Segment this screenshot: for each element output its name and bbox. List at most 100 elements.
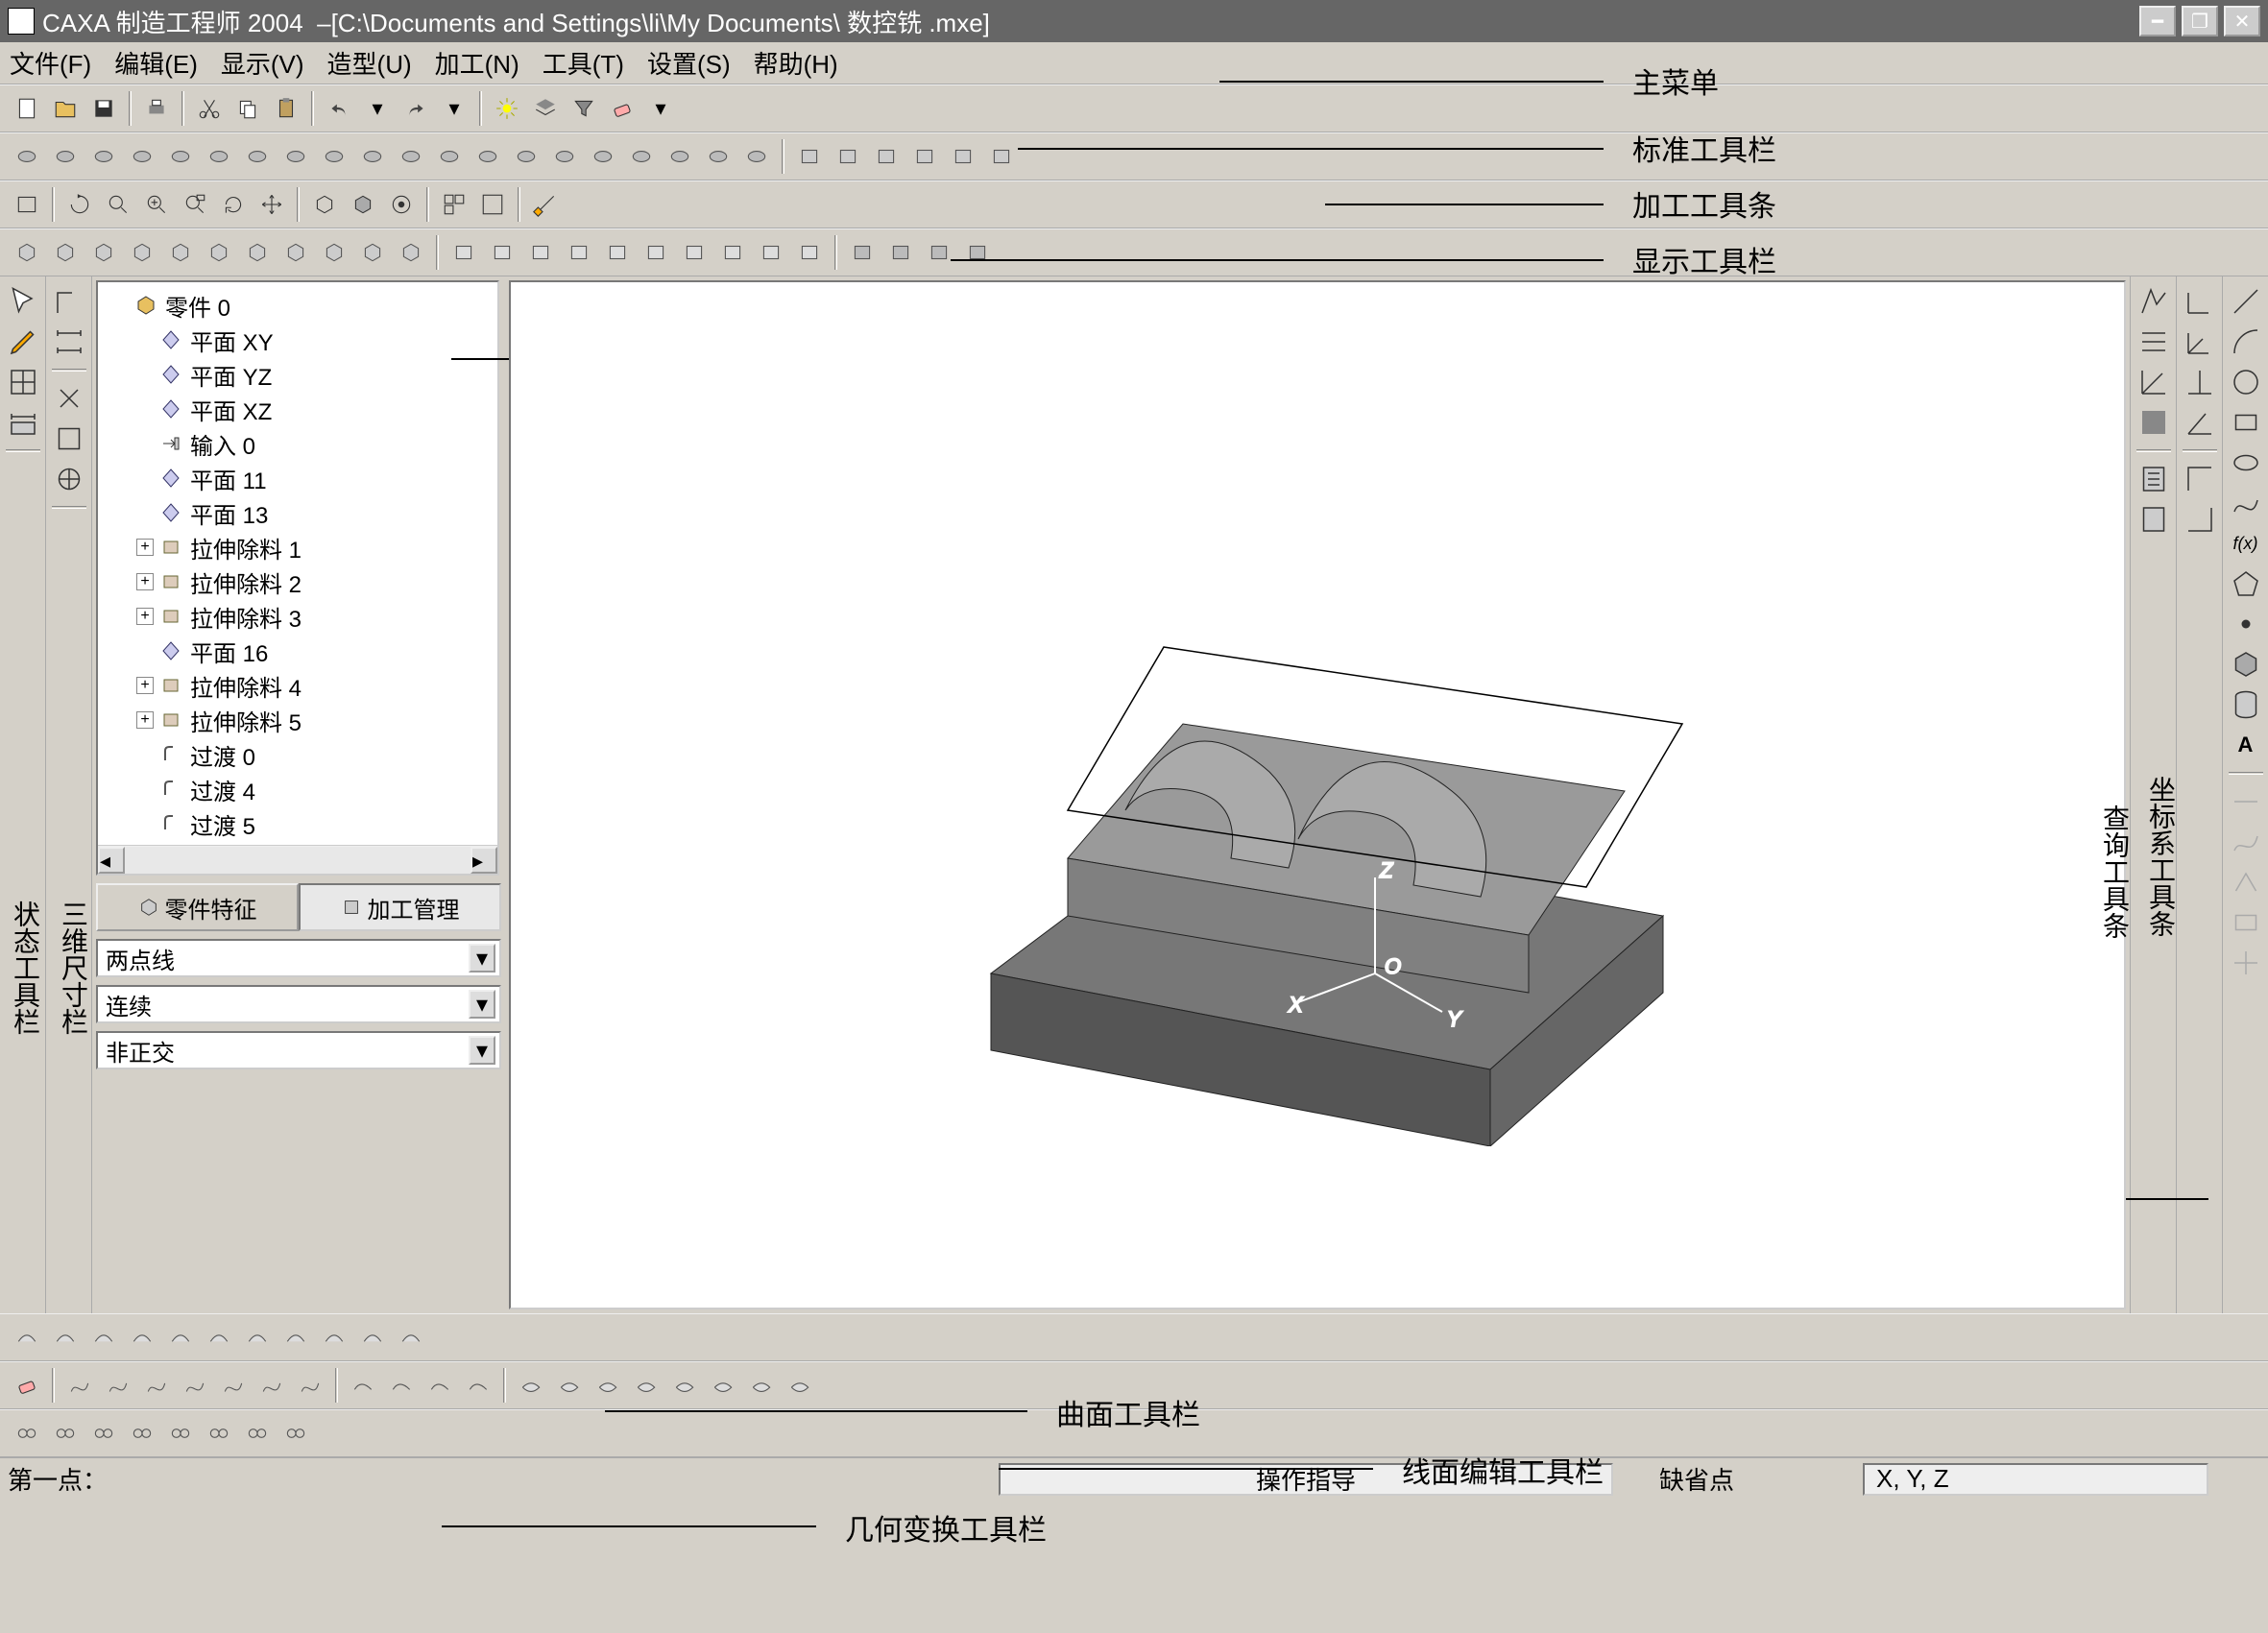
surf-tool-8[interactable] bbox=[317, 1320, 351, 1355]
menu-model[interactable]: 造型(U) bbox=[327, 45, 412, 81]
le-tool-3[interactable] bbox=[178, 1368, 212, 1403]
surf-tool-4[interactable] bbox=[163, 1320, 198, 1355]
feat-tool-b5[interactable] bbox=[639, 235, 673, 270]
feat-tool-10[interactable] bbox=[394, 235, 428, 270]
proc-tool-12[interactable] bbox=[470, 139, 505, 174]
le-tool-0[interactable] bbox=[62, 1368, 97, 1403]
surf-tool-5[interactable] bbox=[202, 1320, 236, 1355]
reset-icon[interactable] bbox=[384, 187, 419, 222]
dim3d-2[interactable] bbox=[52, 324, 86, 359]
le-tool-c0[interactable] bbox=[514, 1368, 548, 1403]
cv-ex5[interactable] bbox=[2229, 946, 2263, 980]
window-icon[interactable] bbox=[10, 187, 44, 222]
surf-tool-0[interactable] bbox=[10, 1320, 44, 1355]
cut-icon[interactable] bbox=[192, 91, 227, 126]
fx-icon[interactable]: f(x) bbox=[2229, 526, 2263, 561]
menu-settings[interactable]: 设置(S) bbox=[647, 45, 731, 81]
surf-tool-1[interactable] bbox=[48, 1320, 83, 1355]
feat-tool-c1[interactable] bbox=[883, 235, 918, 270]
le-erase-icon[interactable] bbox=[10, 1368, 44, 1403]
proc-tool-6[interactable] bbox=[240, 139, 275, 174]
proc-tool-5[interactable] bbox=[202, 139, 236, 174]
feat-tool-b3[interactable] bbox=[562, 235, 596, 270]
query-3[interactable] bbox=[2136, 365, 2171, 399]
feat-tool-b9[interactable] bbox=[792, 235, 827, 270]
proc-tool-b0[interactable] bbox=[792, 139, 827, 174]
tree-item[interactable]: 平面 16 bbox=[104, 634, 492, 668]
feat-tool-3[interactable] bbox=[125, 235, 159, 270]
rect-icon[interactable] bbox=[2229, 405, 2263, 440]
pointer-icon[interactable] bbox=[6, 284, 40, 319]
query-2[interactable] bbox=[2136, 324, 2171, 359]
cv-ex2[interactable] bbox=[2229, 825, 2263, 859]
le-tool-c7[interactable] bbox=[783, 1368, 817, 1403]
proc-tool-17[interactable] bbox=[663, 139, 697, 174]
undo-icon[interactable] bbox=[322, 91, 356, 126]
proc-tool-18[interactable] bbox=[701, 139, 736, 174]
feat-tool-b1[interactable] bbox=[485, 235, 519, 270]
le-tool-4[interactable] bbox=[216, 1368, 251, 1403]
solid-icon[interactable] bbox=[2229, 647, 2263, 682]
refresh-icon[interactable] bbox=[216, 187, 251, 222]
polygon-icon[interactable] bbox=[2229, 566, 2263, 601]
feat-tool-8[interactable] bbox=[317, 235, 351, 270]
grid-icon[interactable] bbox=[6, 365, 40, 399]
proc-tool-3[interactable] bbox=[125, 139, 159, 174]
proc-tool-16[interactable] bbox=[624, 139, 659, 174]
feat-tool-b7[interactable] bbox=[715, 235, 750, 270]
le-tool-c5[interactable] bbox=[706, 1368, 740, 1403]
feat-tool-c0[interactable] bbox=[845, 235, 880, 270]
menu-file[interactable]: 文件(F) bbox=[10, 45, 91, 81]
tree-item[interactable]: 平面 XY bbox=[104, 323, 492, 357]
le-tool-c4[interactable] bbox=[667, 1368, 702, 1403]
tree-item[interactable]: 平面 11 bbox=[104, 461, 492, 495]
tree-item[interactable]: 过渡 5 bbox=[104, 806, 492, 841]
cv-ex3[interactable] bbox=[2229, 865, 2263, 900]
save-icon[interactable] bbox=[86, 91, 121, 126]
multiview-icon[interactable] bbox=[437, 187, 471, 222]
tree-item[interactable]: +拉伸除料 1 bbox=[104, 530, 492, 564]
gt-tool-4[interactable] bbox=[163, 1416, 198, 1451]
feat-tool-b2[interactable] bbox=[523, 235, 558, 270]
line-icon[interactable] bbox=[2229, 284, 2263, 319]
le-tool-c6[interactable] bbox=[744, 1368, 779, 1403]
coord-1[interactable] bbox=[2183, 284, 2217, 319]
le-tool-c1[interactable] bbox=[552, 1368, 587, 1403]
tree-item[interactable]: +拉伸除料 5 bbox=[104, 703, 492, 737]
cylinder-icon[interactable] bbox=[2229, 687, 2263, 722]
feat-tool-b8[interactable] bbox=[754, 235, 788, 270]
feat-tool-b0[interactable] bbox=[446, 235, 481, 270]
surf-tool-2[interactable] bbox=[86, 1320, 121, 1355]
pencil-icon[interactable] bbox=[6, 324, 40, 359]
filter-icon[interactable] bbox=[567, 91, 601, 126]
feat-tool-b4[interactable] bbox=[600, 235, 635, 270]
tree-hscroll[interactable]: ◂▸ bbox=[98, 845, 497, 874]
proc-tool-9[interactable] bbox=[355, 139, 390, 174]
copy-icon[interactable] bbox=[230, 91, 265, 126]
proc-tool-14[interactable] bbox=[547, 139, 582, 174]
proc-tool-8[interactable] bbox=[317, 139, 351, 174]
query-1[interactable] bbox=[2136, 284, 2171, 319]
dim3d-4[interactable] bbox=[52, 421, 86, 456]
proc-tool-0[interactable] bbox=[10, 139, 44, 174]
gt-tool-6[interactable] bbox=[240, 1416, 275, 1451]
gt-tool-3[interactable] bbox=[125, 1416, 159, 1451]
menu-tools[interactable]: 工具(T) bbox=[543, 45, 624, 81]
feat-tool-b6[interactable] bbox=[677, 235, 712, 270]
proc-tool-b3[interactable] bbox=[907, 139, 942, 174]
feat-tool-9[interactable] bbox=[355, 235, 390, 270]
eraser-icon[interactable] bbox=[605, 91, 639, 126]
le-tool-c2[interactable] bbox=[591, 1368, 625, 1403]
query-6[interactable] bbox=[2136, 502, 2171, 537]
new-file-icon[interactable] bbox=[10, 91, 44, 126]
proc-tool-b5[interactable] bbox=[984, 139, 1019, 174]
proc-tool-11[interactable] bbox=[432, 139, 467, 174]
query-4[interactable] bbox=[2136, 405, 2171, 440]
le-tool-b0[interactable] bbox=[346, 1368, 380, 1403]
menu-view[interactable]: 显示(V) bbox=[221, 45, 304, 81]
proc-tool-4[interactable] bbox=[163, 139, 198, 174]
dim3d-5[interactable] bbox=[52, 462, 86, 496]
point-icon[interactable] bbox=[2229, 607, 2263, 641]
proc-tool-b1[interactable] bbox=[831, 139, 865, 174]
rotate-icon[interactable] bbox=[62, 187, 97, 222]
